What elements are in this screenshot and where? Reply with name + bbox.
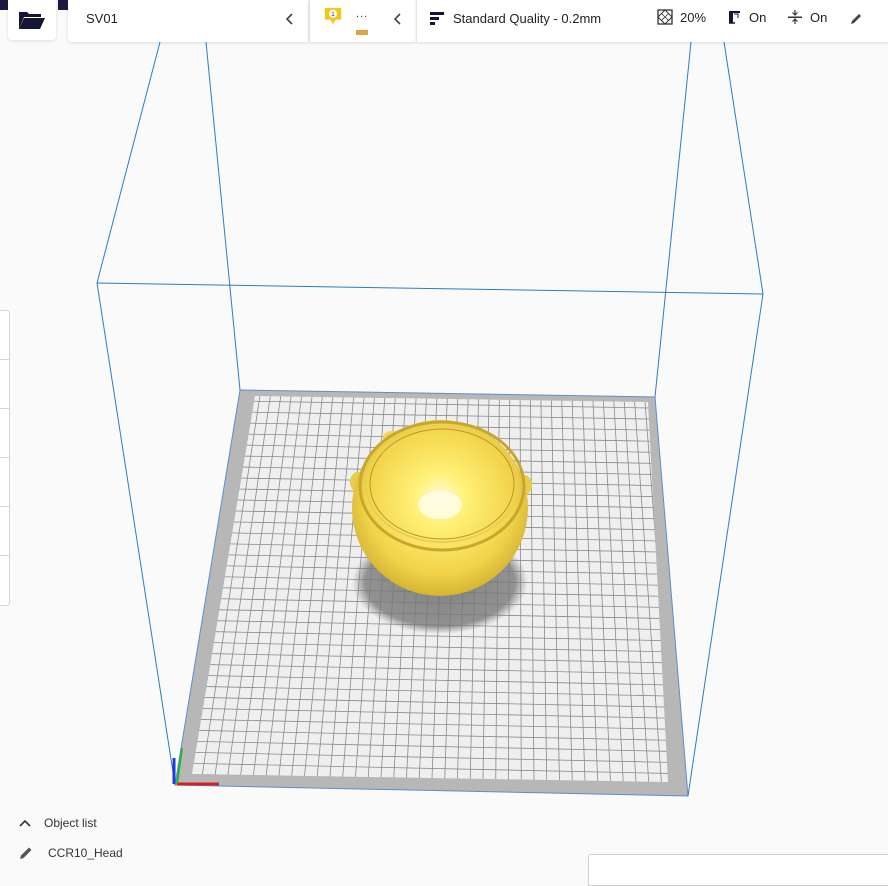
open-file-button[interactable] bbox=[8, 0, 56, 40]
tool-separator bbox=[0, 555, 9, 556]
left-tool-strip[interactable] bbox=[0, 310, 10, 606]
action-panel bbox=[588, 854, 888, 886]
tool-separator bbox=[0, 359, 9, 360]
infill-icon bbox=[657, 9, 673, 25]
material-color-swatch bbox=[356, 30, 368, 35]
adhesion-icon bbox=[788, 10, 802, 24]
folder-open-icon bbox=[19, 12, 45, 29]
3d-viewport[interactable] bbox=[0, 0, 888, 870]
support-setting[interactable]: On bbox=[726, 9, 766, 25]
object-list-toggle[interactable]: Object list bbox=[18, 816, 97, 830]
tool-separator bbox=[0, 457, 9, 458]
object-list-item[interactable]: CCR10_Head bbox=[18, 845, 123, 861]
chevron-left-icon bbox=[285, 13, 293, 25]
printer-collapse-button[interactable] bbox=[282, 11, 298, 27]
quality-profile-label: Standard Quality - 0.2mm bbox=[453, 11, 602, 26]
object-list-label: Object list bbox=[44, 816, 97, 830]
extruder-number: 1 bbox=[331, 11, 335, 18]
adhesion-value: On bbox=[810, 9, 828, 25]
chevron-up-icon bbox=[19, 819, 31, 827]
pencil-icon[interactable] bbox=[849, 12, 863, 26]
tool-separator bbox=[0, 506, 9, 507]
support-icon bbox=[729, 11, 740, 24]
object-name: CCR10_Head bbox=[48, 846, 123, 860]
printer-selector[interactable]: SV01 bbox=[68, 0, 308, 42]
chevron-left-icon bbox=[393, 13, 401, 25]
tool-separator bbox=[0, 408, 9, 409]
support-value: On bbox=[749, 9, 767, 25]
quality-bars-icon bbox=[430, 12, 444, 25]
build-plate-scene[interactable] bbox=[0, 0, 888, 870]
infill-setting[interactable]: 20% bbox=[657, 9, 706, 25]
extruder-badge-icon: 1 bbox=[324, 7, 342, 25]
material-name: ... bbox=[356, 8, 369, 20]
pencil-icon bbox=[20, 847, 32, 859]
infill-value: 20% bbox=[680, 9, 707, 25]
adhesion-setting[interactable]: On bbox=[787, 9, 827, 25]
material-collapse-button[interactable] bbox=[390, 11, 406, 27]
print-settings-panel[interactable]: Standard Quality - 0.2mm 20% On On bbox=[416, 0, 888, 42]
printer-name: SV01 bbox=[86, 11, 118, 26]
material-selector[interactable]: 1 ... bbox=[309, 0, 416, 42]
top-toolbar: SV01 1 ... Standard Quality - 0.2mm 20% … bbox=[0, 0, 888, 42]
